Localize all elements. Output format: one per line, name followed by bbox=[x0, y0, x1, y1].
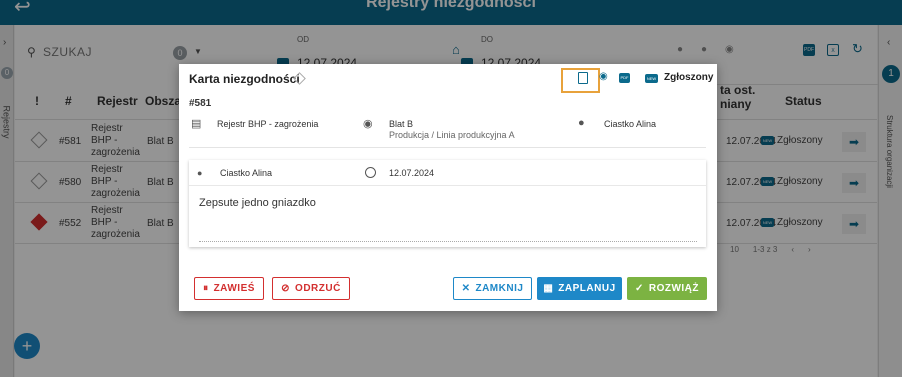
plan-button[interactable]: ▦ ZAPLANUJ bbox=[537, 277, 622, 300]
check-icon: ✓ bbox=[634, 283, 644, 294]
entry-author: Ciastko Alina bbox=[220, 168, 273, 178]
location-pin-icon[interactable]: ◉ bbox=[599, 71, 608, 82]
nonconformity-card-dialog: Karta niezgodności ◉ PDF NEW Zgłoszony #… bbox=[179, 64, 717, 311]
register-name: Rejestr BHP - zagrożenia bbox=[217, 119, 319, 129]
entry-date: 12.07.2024 bbox=[389, 168, 435, 178]
close-icon: ✕ bbox=[461, 283, 471, 294]
location-pin-icon: ◉ bbox=[363, 118, 373, 130]
clock-icon bbox=[365, 167, 376, 178]
file-icon[interactable] bbox=[578, 72, 588, 84]
divider bbox=[189, 185, 706, 186]
divider bbox=[199, 241, 697, 242]
status-label: Zgłoszony bbox=[664, 72, 714, 83]
new-icon: NEW bbox=[645, 74, 658, 83]
resolve-button[interactable]: ✓ ROZWIĄŻ bbox=[627, 277, 707, 300]
location-path: Produkcja / Linia produkcyjna A bbox=[389, 130, 515, 140]
person-icon: ● bbox=[197, 168, 203, 178]
close-button[interactable]: ✕ ZAMKNIJ bbox=[453, 277, 532, 300]
entry-description: Zepsute jedno gniazdko bbox=[199, 197, 316, 209]
divider bbox=[189, 147, 706, 148]
person-group-icon: ● bbox=[578, 117, 585, 129]
block-icon: ⊘ bbox=[281, 283, 291, 294]
pdf-icon[interactable]: PDF bbox=[619, 73, 630, 83]
dialog-title: Karta niezgodności bbox=[189, 72, 300, 86]
entry-card: ● Ciastko Alina 12.07.2024 Zepsute jedno… bbox=[189, 160, 706, 247]
location-name: Blat B bbox=[389, 119, 414, 129]
suspend-button[interactable]: ⏸ ZAWIEŚ bbox=[194, 277, 264, 300]
document-icon: ▤ bbox=[191, 118, 202, 130]
pause-icon: ⏸ bbox=[203, 283, 209, 294]
reject-button[interactable]: ⊘ ODRZUĆ bbox=[272, 277, 350, 300]
calendar-icon: ▦ bbox=[543, 283, 554, 294]
assignee-name: Ciastko Alina bbox=[604, 119, 657, 129]
record-id: #581 bbox=[189, 98, 212, 109]
